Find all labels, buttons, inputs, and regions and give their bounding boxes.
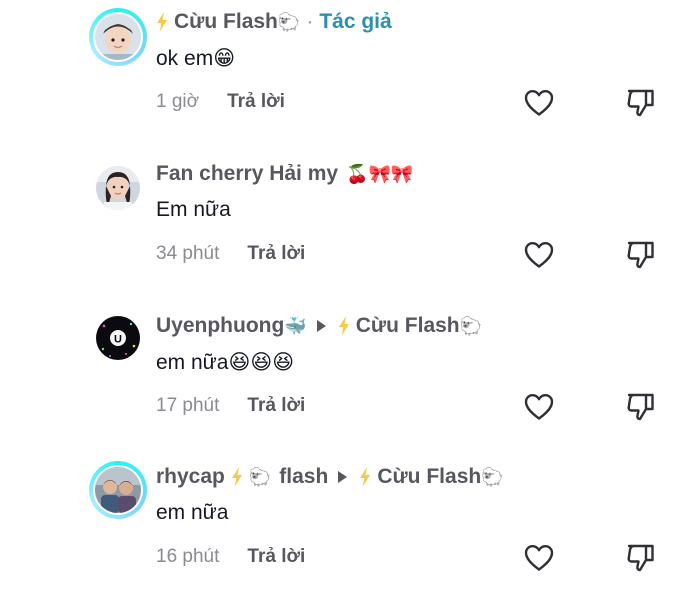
author-name[interactable]: Uyenphuong — [156, 314, 284, 338]
avatar[interactable] — [89, 8, 147, 66]
like-button[interactable] — [522, 541, 556, 575]
comment-item: rhycap 🐑 flash Cừu Flash 🐑 em nữa 16 phú… — [0, 455, 681, 605]
lightning-bolt-icon — [231, 467, 242, 487]
comment-text-content: em nữa — [156, 501, 229, 524]
heart-outline-icon — [524, 242, 554, 268]
dislike-button[interactable] — [624, 541, 658, 575]
author-line: Uyenphuong 🐳 Cừu Flash 🐑 — [156, 314, 482, 338]
avatar-photo — [95, 467, 141, 513]
avatar-photo: U — [96, 316, 140, 360]
heart-outline-icon — [524, 394, 554, 420]
comment-meta: 34 phút Trả lời — [156, 243, 305, 265]
avatar-photo — [96, 166, 140, 210]
comment-item: Fan cherry Hải my 🍒🎀🎀 Em nữa 34 phút Trả… — [0, 152, 681, 302]
grin-emoji: 😁 — [213, 46, 236, 70]
lightning-bolt-icon — [360, 467, 371, 487]
comment-time: 17 phút — [156, 395, 220, 416]
thumbs-down-outline-icon — [627, 241, 654, 269]
thumbs-down-outline-icon — [627, 393, 654, 421]
comment-time: 1 giờ — [156, 91, 200, 112]
laughing-emoji: 😆😆😆 — [228, 350, 295, 374]
comment-text: em nữa — [156, 501, 228, 525]
like-button[interactable] — [522, 238, 556, 272]
lightning-bolt-icon — [338, 316, 349, 336]
comment-item: U Uyenphuong 🐳 Cừu Flash 🐑 em nữa😆😆😆 17 … — [0, 304, 681, 454]
comment-meta: 1 giờ Trả lời — [156, 91, 285, 113]
comment-meta: 16 phút Trả lời — [156, 546, 305, 568]
author-badge: Tác giả — [319, 10, 392, 33]
dislike-button[interactable] — [624, 86, 658, 120]
like-button[interactable] — [522, 390, 556, 424]
sheep-emoji: 🐑 — [277, 11, 301, 33]
reply-button[interactable]: Trả lời — [247, 546, 305, 568]
whale-emoji: 🐳 — [284, 315, 307, 337]
avatar-photo — [95, 14, 141, 60]
triangle-right-icon — [338, 471, 348, 483]
author-name-suffix: flash — [279, 465, 329, 488]
sheep-emoji: 🐑 — [248, 466, 272, 488]
author-name[interactable]: Cừu Flash — [174, 10, 278, 34]
sheep-emoji: 🐑 — [481, 466, 504, 488]
comment-text: ok em😁 — [156, 46, 235, 71]
avatar[interactable]: U — [89, 309, 147, 367]
comment-time: 16 phút — [156, 546, 220, 567]
comment-item: Cừu Flash 🐑 · Tác giả ok em😁 1 giờ Trả l… — [0, 0, 681, 150]
reply-button[interactable]: Trả lời — [247, 243, 305, 265]
dislike-button[interactable] — [624, 390, 658, 424]
dislike-button[interactable] — [624, 238, 658, 272]
like-button[interactable] — [522, 86, 556, 120]
author-name[interactable]: Fan cherry Hải my — [156, 162, 338, 186]
svg-text:U: U — [114, 334, 122, 346]
avatar-ring-gap — [93, 465, 143, 515]
reply-button[interactable]: Trả lời — [247, 395, 305, 417]
comment-text: em nữa😆😆😆 — [156, 350, 294, 375]
thumbs-down-outline-icon — [627, 89, 654, 117]
comment-time: 34 phút — [156, 243, 220, 264]
comment-text-content: ok em — [156, 47, 214, 70]
avatar-ring-gap — [93, 12, 143, 62]
lightning-bolt-icon — [157, 12, 167, 32]
sheep-emoji: 🐑 — [459, 315, 483, 337]
reply-button[interactable]: Trả lời — [227, 91, 285, 113]
author-line: Fan cherry Hải my 🍒🎀🎀 — [156, 162, 413, 186]
comment-text: Em nữa — [156, 198, 231, 222]
avatar[interactable] — [89, 461, 147, 519]
author-line: rhycap 🐑 flash Cừu Flash 🐑 — [156, 465, 504, 489]
comment-text-content: em nữa — [156, 351, 229, 374]
triangle-right-icon — [316, 320, 326, 332]
author-name[interactable]: rhycap — [156, 465, 225, 489]
reply-to-name[interactable]: Cừu Flash — [377, 465, 481, 489]
author-line: Cừu Flash 🐑 · Tác giả — [156, 10, 392, 34]
heart-outline-icon — [524, 90, 554, 116]
thumbs-down-outline-icon — [627, 544, 654, 572]
comment-text-content: Em nữa — [156, 198, 231, 221]
avatar[interactable] — [89, 159, 147, 217]
cherry-bow-emoji: 🍒🎀🎀 — [346, 163, 414, 185]
reply-to-name[interactable]: Cừu Flash — [356, 314, 460, 338]
comment-meta: 17 phút Trả lời — [156, 395, 305, 417]
separator-dot: · — [306, 10, 314, 33]
heart-outline-icon — [524, 545, 554, 571]
